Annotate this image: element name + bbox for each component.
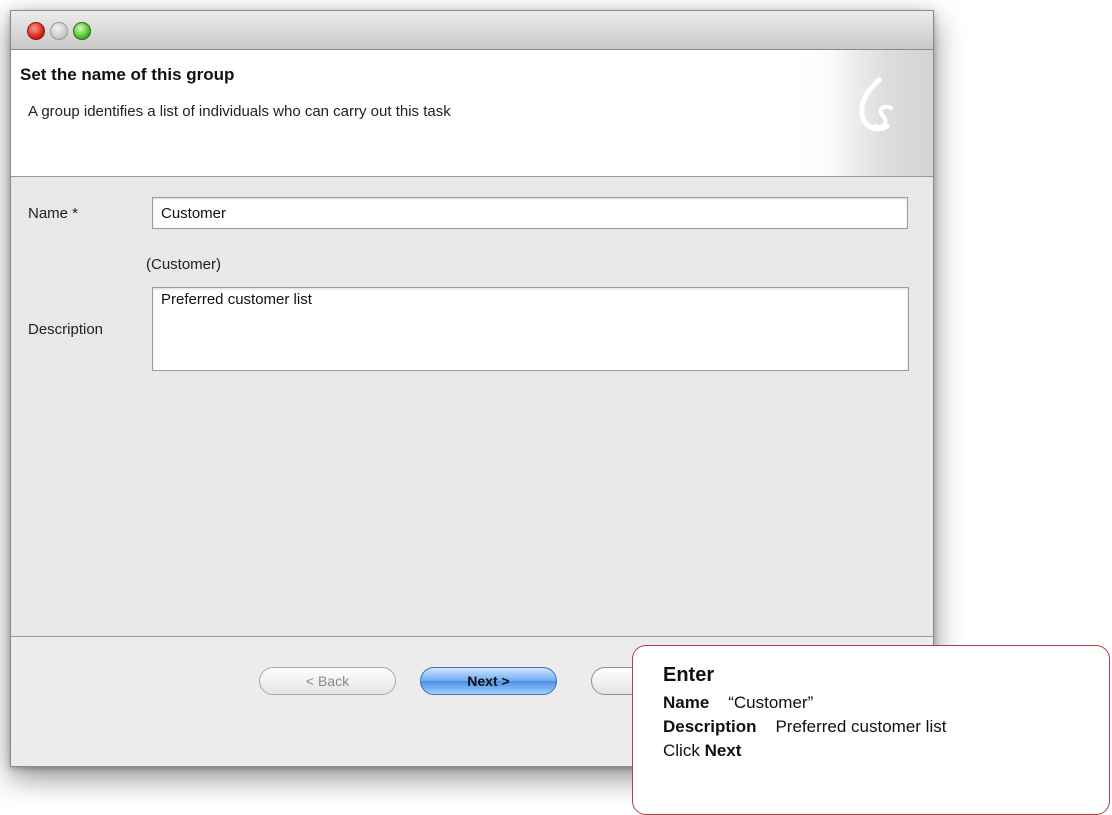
minimize-window-button[interactable] bbox=[50, 22, 68, 40]
callout-click-prefix: Click bbox=[663, 741, 700, 760]
name-preview-text: (Customer) bbox=[146, 256, 222, 273]
name-input[interactable] bbox=[152, 197, 908, 229]
wizard-header: Set the name of this group A group ident… bbox=[11, 50, 933, 177]
callout-name-value: “Customer” bbox=[728, 693, 814, 712]
next-button[interactable]: Next > bbox=[420, 667, 557, 695]
callout-description-key: Description bbox=[663, 717, 757, 736]
description-label: Description bbox=[28, 321, 104, 338]
name-label: Name * bbox=[28, 205, 79, 222]
back-button[interactable]: < Back bbox=[259, 667, 396, 695]
instruction-callout: Enter Name “Customer” Description Prefer… bbox=[632, 645, 1110, 815]
callout-click-target: Next bbox=[704, 741, 742, 760]
bonita-logo-icon bbox=[833, 50, 933, 176]
title-bar bbox=[11, 11, 933, 50]
close-window-button[interactable] bbox=[27, 22, 45, 40]
callout-name-key: Name bbox=[663, 693, 710, 712]
callout-title: Enter bbox=[663, 664, 715, 686]
zoom-window-button[interactable] bbox=[73, 22, 91, 40]
description-textarea[interactable]: Preferred customer list bbox=[152, 287, 909, 371]
callout-name-line: Name “Customer” bbox=[663, 691, 1109, 715]
callout-description-line: Description Preferred customer list bbox=[663, 715, 1109, 739]
page-subtitle: A group identifies a list of individuals… bbox=[28, 103, 451, 120]
callout-click-line: Click Next bbox=[663, 739, 1109, 763]
page-title: Set the name of this group bbox=[20, 65, 235, 84]
callout-description-value: Preferred customer list bbox=[775, 717, 947, 736]
